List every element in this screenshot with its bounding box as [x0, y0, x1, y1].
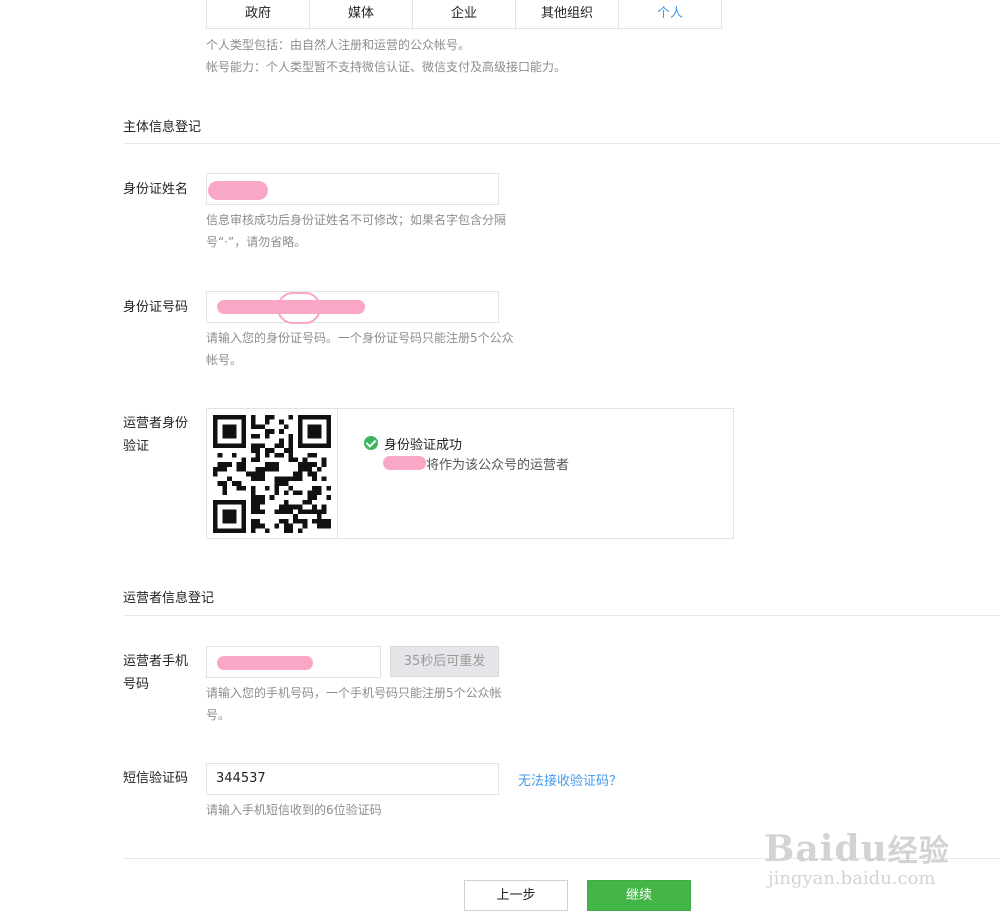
- phone-label-line1: 运营者手机: [123, 654, 189, 669]
- account-type-description: 个人类型包括：由自然人注册和运营的公众帐号。: [206, 38, 471, 52]
- continue-button[interactable]: 继续: [587, 880, 691, 911]
- tab-media[interactable]: 媒体: [310, 0, 413, 28]
- verify-status-desc: 将作为该公众号的运营者: [426, 458, 570, 473]
- subject-section-title: 主体信息登记: [123, 120, 202, 135]
- sms-code-value: 344537: [216, 771, 266, 786]
- phone-input[interactable]: [206, 646, 381, 678]
- cannot-receive-code-link[interactable]: 无法接收验证码？: [518, 770, 622, 789]
- phone-hint-line2: 号。: [206, 708, 231, 722]
- resend-code-button[interactable]: 35秒后可重发: [390, 646, 499, 677]
- operator-verify-panel: 身份验证成功 将作为该公众号的运营者: [206, 408, 734, 539]
- operator-section-divider: [123, 615, 1000, 616]
- id-number-hint-line2: 帐号。: [206, 353, 243, 367]
- verify-status-title: 身份验证成功: [384, 438, 463, 453]
- account-type-tabs: 政府 媒体 企业 其他组织 个人: [206, 0, 722, 29]
- tab-government[interactable]: 政府: [207, 0, 310, 28]
- tab-other-organization[interactable]: 其他组织: [516, 0, 619, 28]
- id-number-input[interactable]: [206, 291, 499, 324]
- operator-section-title: 运营者信息登记: [123, 591, 215, 606]
- success-check-icon: [364, 436, 378, 450]
- sms-code-hint: 请输入手机短信收到的6位验证码: [206, 803, 382, 817]
- phone-label-line2: 号码: [123, 677, 150, 692]
- subject-section-divider: [123, 143, 1000, 144]
- tab-enterprise[interactable]: 企业: [413, 0, 516, 28]
- watermark-brand: Baidu: [764, 828, 888, 870]
- id-name-hint-line2: 号“·”，请勿省略。: [206, 235, 307, 249]
- id-number-label: 身份证号码: [123, 300, 189, 315]
- prev-step-button[interactable]: 上一步: [464, 880, 568, 911]
- redacted-name-mark: [208, 181, 268, 200]
- watermark-url: jingyan.baidu.com: [768, 868, 936, 889]
- baidu-watermark-logo: Baidu经验: [764, 826, 950, 870]
- watermark-cn: 经验: [887, 834, 950, 869]
- operator-verify-label-line2: 验证: [123, 439, 150, 454]
- id-number-hint-line1: 请输入您的身份证号码。一个身份证号码只能注册5个公众: [206, 331, 514, 345]
- id-name-input[interactable]: [206, 173, 499, 205]
- redacted-operator-name: [383, 456, 426, 470]
- tab-personal[interactable]: 个人: [619, 0, 721, 28]
- redacted-id-scribble: [277, 292, 321, 324]
- id-name-label: 身份证姓名: [123, 182, 189, 197]
- qr-code-image: [213, 415, 331, 533]
- operator-verify-label-line1: 运营者身份: [123, 416, 189, 431]
- id-name-hint-line1: 信息审核成功后身份证姓名不可修改；如果名字包含分隔: [206, 213, 507, 227]
- sms-code-input[interactable]: 344537: [206, 763, 499, 795]
- account-capability-description: 帐号能力：个人类型暂不支持微信认证、微信支付及高级接口能力。: [206, 60, 567, 74]
- qr-code-area: [207, 409, 338, 538]
- redacted-phone-mark: [217, 656, 313, 670]
- phone-hint-line1: 请输入您的手机号码，一个手机号码只能注册5个公众帐: [206, 686, 502, 700]
- sms-code-label: 短信验证码: [123, 771, 189, 786]
